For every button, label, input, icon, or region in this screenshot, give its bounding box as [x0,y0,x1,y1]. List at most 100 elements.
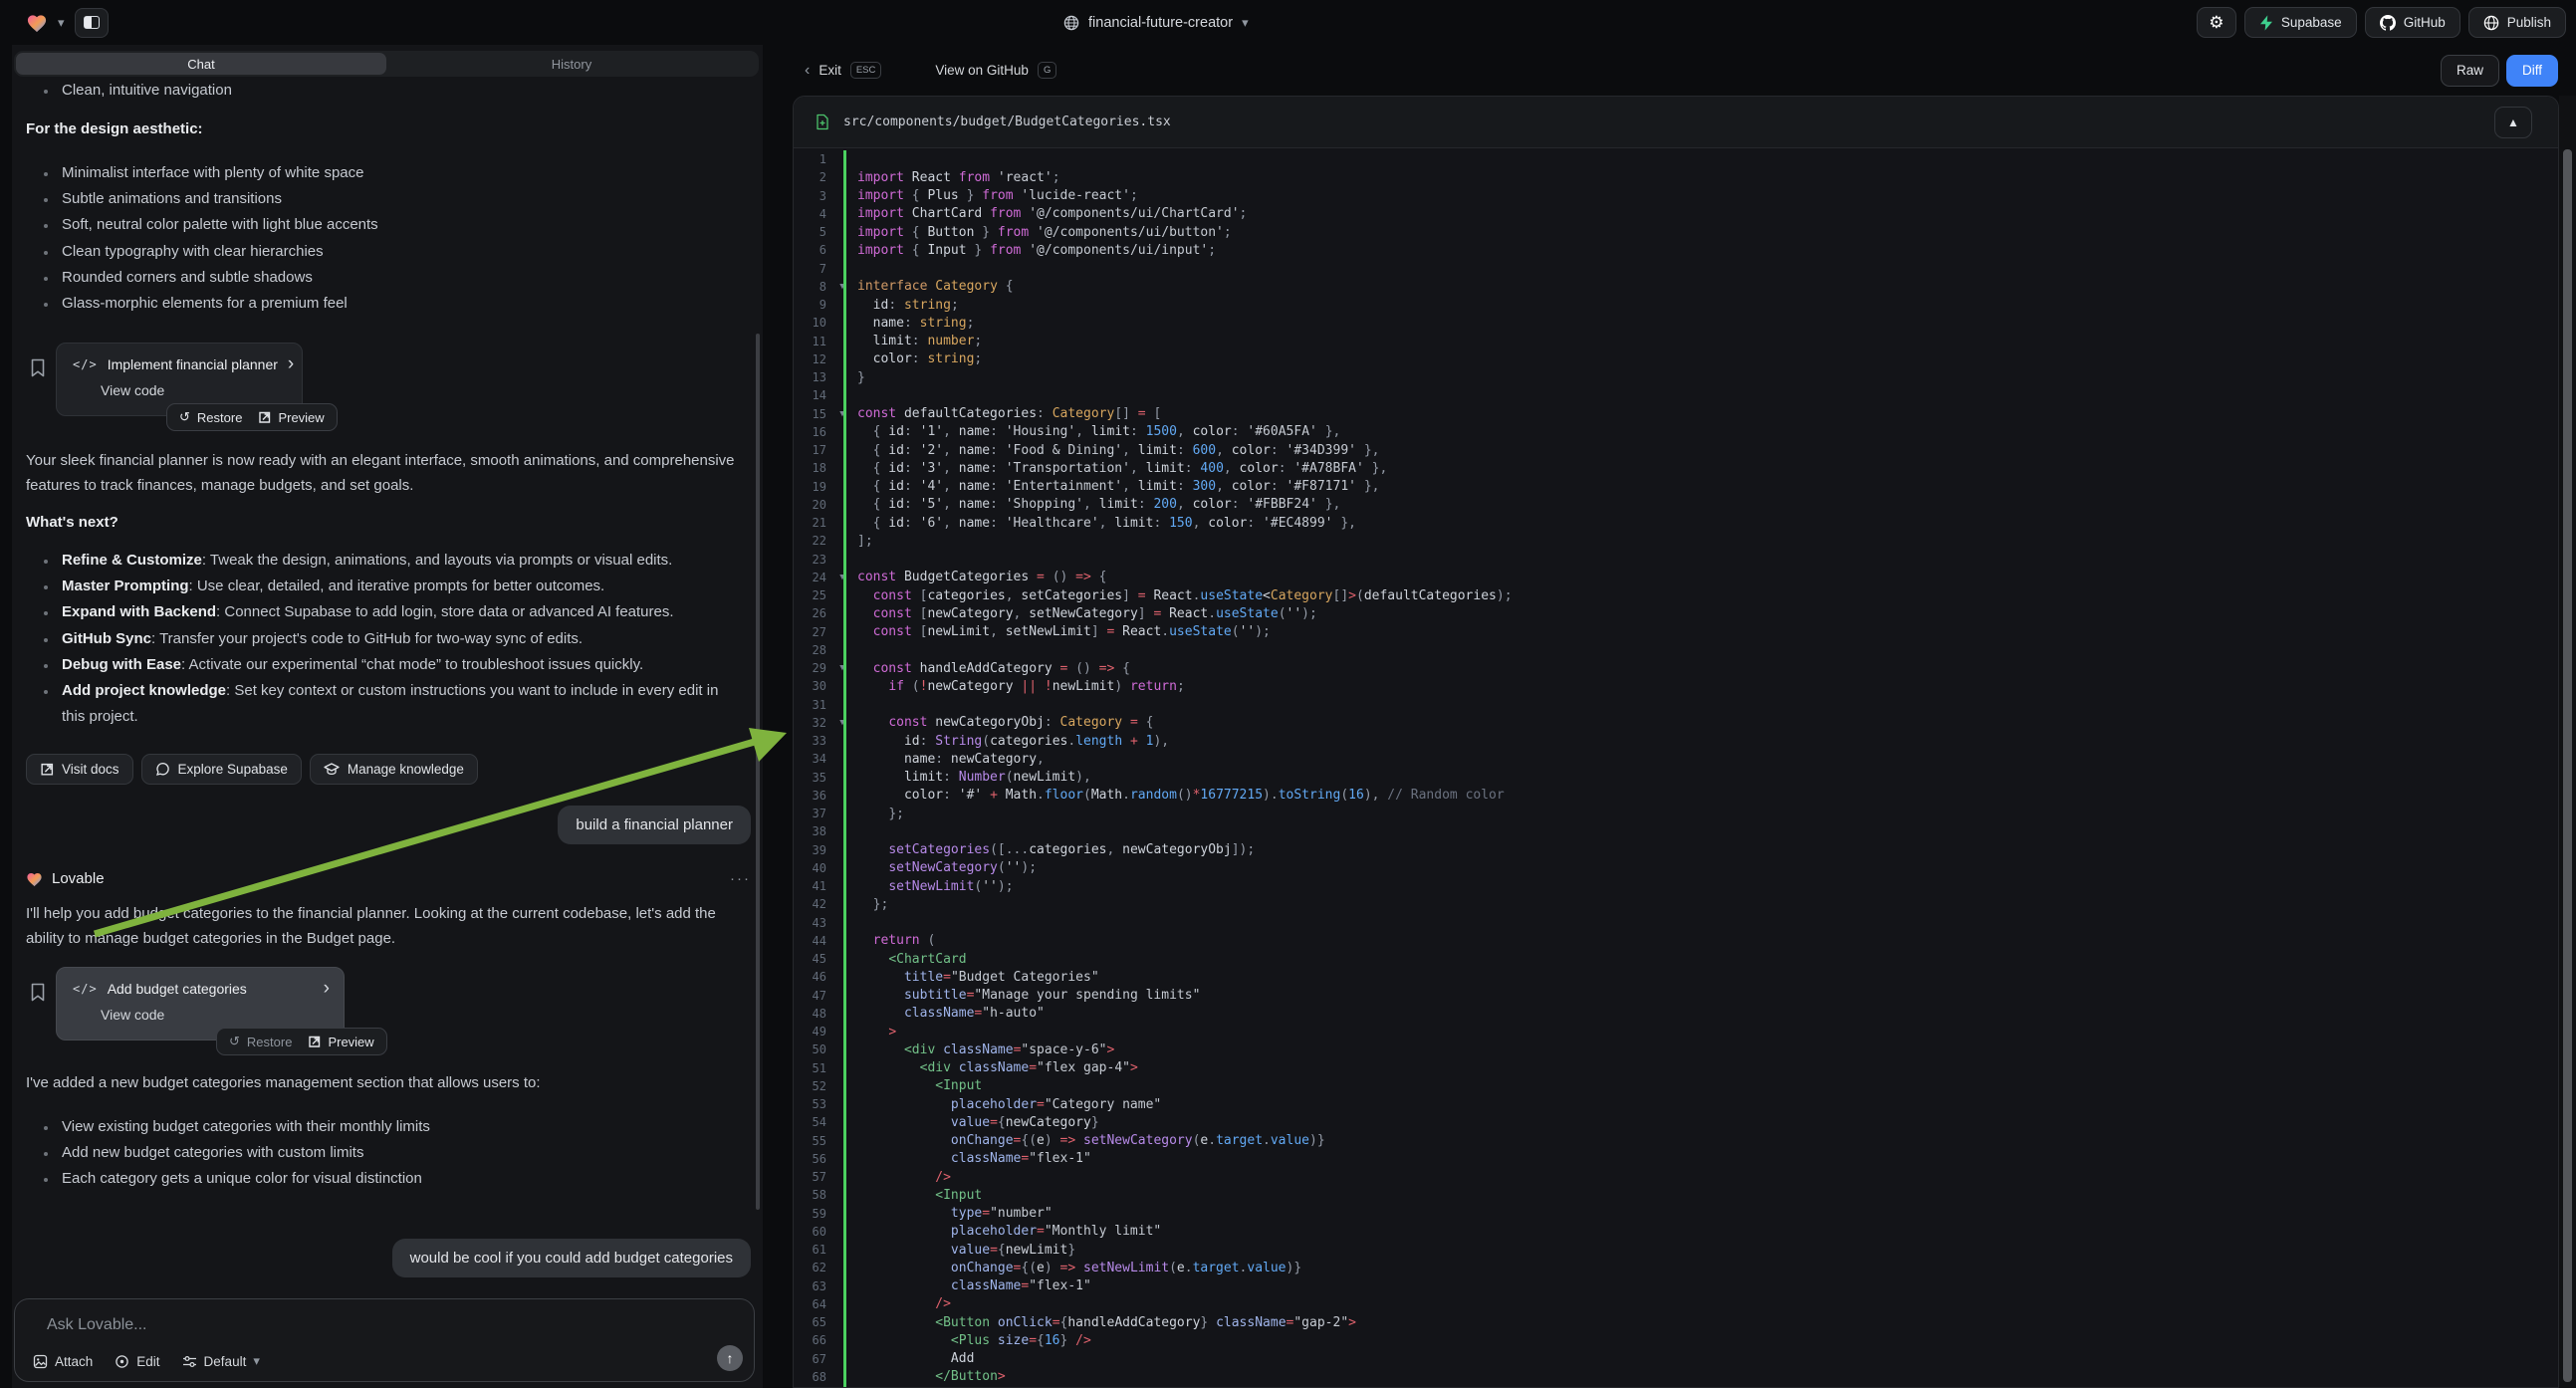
code-line: 4import ChartCard from '@/components/ui/… [794,205,2558,223]
tab-history[interactable]: History [386,53,757,75]
view-code-link[interactable]: View code [57,997,344,1023]
code-text: setNewCategory(''); [853,860,1037,875]
settings-button[interactable]: ⚙ [2197,7,2236,38]
code-text: const BudgetCategories = () => { [853,570,1106,584]
whats-next-list: Refine & Customize: Tweak the design, an… [26,548,751,730]
supabase-button[interactable]: Supabase [2244,7,2357,38]
line-number: 58 [794,1188,831,1202]
bullet-text: Rounded corners and subtle shadows [62,265,313,291]
code-scrollbar-thumb[interactable] [2563,149,2572,1382]
line-number: 35 [794,771,831,785]
publish-button[interactable]: Publish [2468,7,2566,38]
line-number: 17 [794,443,831,457]
chevron-right-icon[interactable]: › [324,982,330,996]
code-text: ]; [853,534,873,549]
file-header[interactable]: src/components/budget/BudgetCategories.t… [794,97,2558,148]
manage-knowledge-button[interactable]: Manage knowledge [310,754,478,785]
code-line: 2 import React from 'react'; [794,168,2558,186]
attach-button[interactable]: Attach [33,1354,93,1369]
edit-mode-button[interactable]: Edit [115,1354,159,1369]
toggle-sidebar-button[interactable] [75,8,109,38]
exit-button[interactable]: ‹ Exit ESC [805,62,881,80]
line-number: 41 [794,879,831,893]
code-line: 37 }; [794,805,2558,822]
manage-knowledge-label: Manage knowledge [348,762,464,777]
preview-button[interactable]: Preview [308,1035,373,1049]
code-text: placeholder="Monthly limit" [853,1224,1161,1239]
restore-icon: ↺ [179,409,190,425]
chat-scrollbar[interactable] [756,334,760,1210]
code-line: 11 limit: number; [794,333,2558,350]
code-line: 24▼const BudgetCategories = () => { [794,569,2558,586]
preview-label: Preview [328,1035,373,1049]
logo-chevron-down-icon[interactable]: ▾ [58,15,65,31]
github-button[interactable]: GitHub [2365,7,2460,38]
code-line: 34 name: newCategory, [794,750,2558,768]
code-text: className="flex-1" [853,1278,1091,1293]
preview-button[interactable]: Preview [258,410,324,425]
line-number: 20 [794,498,831,512]
bullet-text: View existing budget categories with the… [62,1114,430,1140]
lovable-heart-icon [26,871,43,887]
line-number: 8 [794,280,831,294]
line-number: 56 [794,1152,831,1166]
prompt-input-box[interactable]: Ask Lovable... Attach Edit [14,1298,755,1382]
code-text: setNewLimit(''); [853,879,1014,894]
added-bullet-list: View existing budget categories with the… [26,1114,751,1193]
code-lines: 12import React from 'react';3import { Pl… [794,148,2558,1386]
user-message-row: build a financial planner [26,806,751,844]
diff-toggle-button[interactable]: Diff [2506,55,2558,87]
lovable-logo-heart-icon[interactable] [26,13,48,33]
line-number: 2 [794,170,831,184]
line-number: 55 [794,1134,831,1148]
raw-toggle-button[interactable]: Raw [2441,55,2499,87]
send-button[interactable]: ↑ [717,1345,743,1371]
project-switcher[interactable]: financial-future-creator ▾ [1063,0,1249,45]
code-text: if (!newCategory || !newLimit) return; [853,679,1185,694]
line-number: 31 [794,698,831,712]
fold-chevron-icon[interactable]: ▼ [831,282,853,292]
code-line: 67 Add [794,1350,2558,1368]
code-text: import React from 'react'; [853,170,1060,185]
code-line: 20 { id: '5', name: 'Shopping', limit: 2… [794,496,2558,514]
code-text: name: newCategory, [853,752,1045,767]
line-number: 12 [794,352,831,366]
tab-chat[interactable]: Chat [16,53,386,75]
bookmark-icon[interactable] [30,983,46,1002]
fold-chevron-icon[interactable]: ▼ [831,663,853,673]
model-label: Default [204,1354,247,1369]
model-selector[interactable]: Default ▾ [182,1353,260,1369]
code-line: 60 placeholder="Monthly limit" [794,1223,2558,1241]
view-on-github-button[interactable]: View on GitHub G [935,62,1056,79]
edit-label: Edit [136,1354,159,1369]
code-line: 62 onChange={(e) => setNewLimit(e.target… [794,1259,2558,1276]
bookmark-icon[interactable] [30,358,46,377]
fold-chevron-icon[interactable]: ▼ [831,718,853,728]
restore-button[interactable]: ↺ Restore [229,1034,292,1049]
line-number: 30 [794,679,831,693]
collapse-file-button[interactable]: ▲ [2494,107,2532,138]
chevron-right-icon[interactable]: › [288,357,294,371]
message-menu-button[interactable]: ··· [730,870,751,887]
graduation-cap-icon [324,763,340,777]
fold-chevron-icon[interactable]: ▼ [831,409,853,419]
bullet-dot [44,90,48,94]
view-code-link[interactable]: View code [57,372,302,398]
code-line: 12 color: string; [794,350,2558,368]
explore-supabase-button[interactable]: Explore Supabase [141,754,302,785]
restore-button[interactable]: ↺ Restore [179,409,242,425]
fold-chevron-icon[interactable]: ▼ [831,573,853,582]
design-bullet-list: Minimalist interface with plenty of whit… [26,160,751,317]
bullet-text: Minimalist interface with plenty of whit… [62,160,363,186]
code-text: import ChartCard from '@/components/ui/C… [853,206,1247,221]
code-text: { id: '2', name: 'Food & Dining', limit:… [853,443,1379,458]
supabase-label: Supabase [2281,15,2342,30]
code-text: { id: '3', name: 'Transportation', limit… [853,461,1387,476]
visit-docs-label: Visit docs [62,762,119,777]
code-text: <Input [853,1078,982,1093]
whats-next-heading: What's next? [26,514,751,531]
line-number: 64 [794,1297,831,1311]
code-line: 58 <Input [794,1186,2558,1204]
code-text: name: string; [853,316,974,331]
visit-docs-button[interactable]: Visit docs [26,754,133,785]
